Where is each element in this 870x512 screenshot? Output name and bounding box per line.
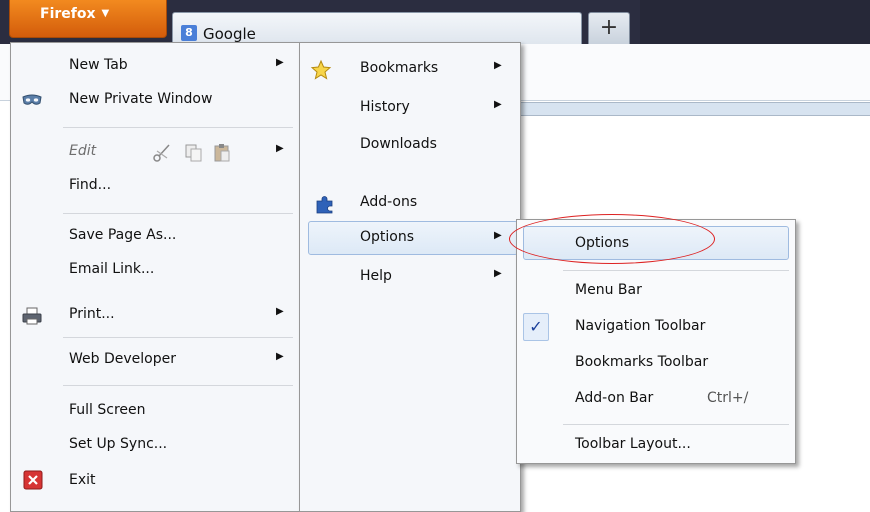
menu-separator — [563, 270, 789, 271]
menu-item-email-link[interactable]: Email Link... — [11, 254, 299, 288]
submenu-item-toolbar-layout[interactable]: Toolbar Layout... — [517, 429, 795, 463]
menu-item-label: Menu Bar — [575, 282, 642, 298]
submenu-item-menu-bar[interactable]: Menu Bar — [517, 275, 795, 309]
google-favicon-icon: 8 — [181, 25, 197, 41]
menu-separator — [63, 213, 293, 214]
title-bar-empty-area — [640, 0, 870, 44]
menu-separator — [63, 385, 293, 386]
menu-item-label: Bookmarks — [360, 60, 439, 76]
menu-item-set-up-sync[interactable]: Set Up Sync... — [11, 429, 299, 463]
submenu-arrow-icon: ▶ — [494, 268, 502, 279]
menu-item-history[interactable]: History ▶ — [300, 92, 520, 126]
menu-separator — [563, 424, 789, 425]
submenu-arrow-icon: ▶ — [276, 57, 284, 68]
menu-item-label: Full Screen — [69, 402, 146, 418]
submenu-item-bookmarks-toolbar[interactable]: Bookmarks Toolbar — [517, 347, 795, 381]
menu-item-label: Bookmarks Toolbar — [575, 354, 709, 370]
menu-item-exit[interactable]: Exit — [11, 465, 299, 499]
exit-icon — [23, 470, 43, 490]
menu-item-label: Toolbar Layout... — [575, 436, 691, 452]
paste-icon — [214, 144, 230, 162]
menu-item-label: History — [360, 99, 410, 115]
menu-separator — [63, 337, 293, 338]
title-bar: Firefox ▼ 8 Google + — [0, 0, 870, 44]
menu-item-label: Navigation Toolbar — [575, 318, 706, 334]
submenu-arrow-icon: ▶ — [494, 60, 502, 71]
menu-item-label: New Private Window — [69, 91, 213, 107]
menu-item-web-developer[interactable]: Web Developer ▶ — [11, 344, 299, 378]
menu-item-edit[interactable]: Edit ▶ — [11, 136, 299, 170]
menu-item-label: Print... — [69, 306, 115, 322]
menu-item-help[interactable]: Help ▶ — [300, 261, 520, 295]
submenu-arrow-icon: ▶ — [276, 351, 284, 362]
menu-item-save-page-as[interactable]: Save Page As... — [11, 220, 299, 254]
menu-item-label: Options — [360, 229, 415, 245]
menu-item-label: Save Page As... — [69, 227, 177, 243]
firefox-secondary-menu: Bookmarks ▶ History ▶ Downloads Add-ons … — [299, 42, 521, 512]
menu-item-downloads[interactable]: Downloads — [300, 129, 520, 163]
star-icon — [310, 59, 332, 80]
plus-icon: + — [599, 15, 619, 40]
annotation-circle — [509, 214, 715, 264]
menu-item-label: Help — [360, 268, 392, 284]
menu-item-bookmarks[interactable]: Bookmarks ▶ — [300, 53, 520, 87]
menu-separator — [63, 127, 293, 128]
menu-item-label: Find... — [69, 177, 112, 193]
menu-item-label: Set Up Sync... — [69, 436, 168, 452]
menu-item-find[interactable]: Find... — [11, 170, 299, 204]
cut-icon — [153, 144, 170, 162]
submenu-arrow-icon: ▶ — [276, 306, 284, 317]
menu-item-label: Downloads — [360, 136, 437, 152]
submenu-arrow-icon: ▶ — [494, 230, 502, 241]
menu-item-full-screen[interactable]: Full Screen — [11, 395, 299, 429]
tab-title: Google — [203, 25, 256, 43]
menu-item-new-private-window[interactable]: New Private Window — [11, 84, 299, 118]
menu-item-options[interactable]: Options ▶ — [308, 221, 518, 255]
menu-item-label: Add-on Bar — [575, 390, 654, 406]
puzzle-icon — [316, 196, 333, 214]
chevron-down-icon: ▼ — [101, 8, 110, 19]
menu-item-label: Email Link... — [69, 261, 155, 277]
keyboard-shortcut: Ctrl+/ — [707, 390, 749, 406]
new-tab-button[interactable]: + — [588, 12, 630, 44]
menu-item-label: Exit — [69, 472, 96, 488]
private-mask-icon — [22, 94, 42, 105]
tab-google[interactable]: 8 Google — [172, 12, 582, 44]
firefox-menu-label: Firefox — [40, 6, 96, 22]
menu-item-label: Add-ons — [360, 194, 418, 210]
menu-item-label: Edit — [69, 143, 97, 159]
copy-icon — [185, 144, 202, 162]
menu-item-add-ons[interactable]: Add-ons — [300, 187, 520, 221]
menu-item-print[interactable]: Print... ▶ — [11, 299, 299, 333]
firefox-menu-button[interactable]: Firefox ▼ — [9, 0, 167, 38]
firefox-main-menu: New Tab ▶ New Private Window Edit ▶ Find… — [10, 42, 300, 512]
submenu-arrow-icon: ▶ — [494, 99, 502, 110]
bookmarks-bar-strip — [515, 102, 870, 116]
submenu-item-add-on-bar[interactable]: Add-on Bar Ctrl+/ — [517, 383, 795, 417]
submenu-arrow-icon: ▶ — [276, 143, 284, 154]
submenu-item-navigation-toolbar[interactable]: ✓ Navigation Toolbar — [517, 311, 795, 345]
menu-item-label: New Tab — [69, 57, 128, 73]
menu-item-label: Web Developer — [69, 351, 176, 367]
printer-icon — [22, 307, 42, 325]
checkmark-icon: ✓ — [523, 313, 549, 341]
menu-item-new-tab[interactable]: New Tab ▶ — [11, 50, 299, 84]
